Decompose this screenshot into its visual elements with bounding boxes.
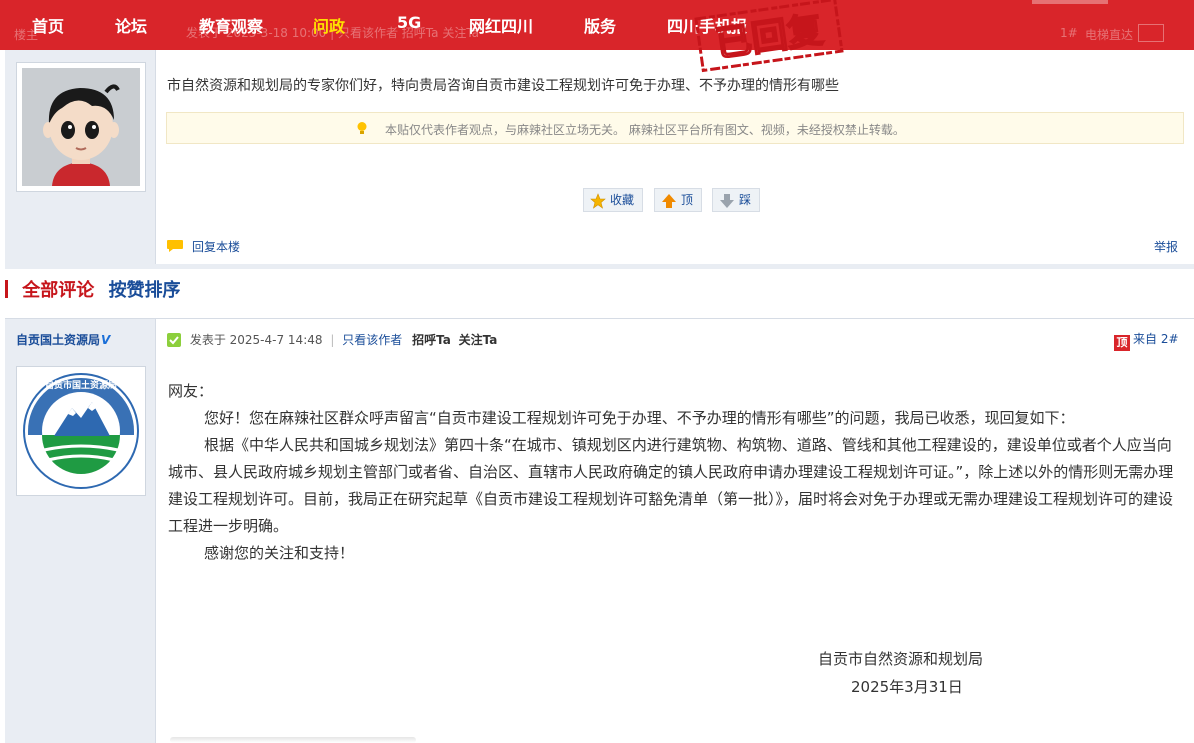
all-comments-tab[interactable]: 全部评论 bbox=[22, 280, 94, 301]
underlay-reply-button bbox=[1032, 0, 1108, 4]
signature-date: 2025年3月31日 bbox=[851, 678, 963, 696]
post1-content: 市自然资源和规划局的专家你们好，特向贵局咨询自贡市建设工程规划许可免于办理、不予… bbox=[167, 78, 839, 94]
disclaimer-notice: 本贴仅代表作者观点，与麻辣社区立场无关。 麻辣社区平台所有图文、视频，未经授权禁… bbox=[166, 112, 1184, 144]
report-link[interactable]: 举报 bbox=[1154, 238, 1178, 255]
section-accent-bar bbox=[5, 280, 8, 298]
paragraph-2: 根据《中华人民共和国城乡规划法》第四十条“在城市、镇规划区内进行建筑物、构筑物、… bbox=[168, 436, 1174, 535]
reply-top-border bbox=[5, 318, 1194, 319]
reply-floor-label: 回复本楼 bbox=[192, 240, 241, 254]
bottom-fade bbox=[170, 737, 416, 743]
reply-floor-info[interactable]: 顶来自 2# bbox=[1114, 330, 1179, 351]
downvote-button[interactable]: 踩 bbox=[712, 188, 761, 212]
cartoon-avatar-icon bbox=[22, 68, 140, 186]
meta-divider: | bbox=[330, 333, 335, 347]
paragraph-3: 感谢您的关注和支持！ bbox=[204, 544, 355, 562]
post2-avatar[interactable]: 自贡市国土资源局 bbox=[16, 366, 146, 496]
thumb-up-arrow-icon bbox=[662, 194, 676, 208]
nav-wenzheng[interactable]: 问政 bbox=[313, 13, 345, 37]
paragraph-1: 您好！您在麻辣社区群众呼声留言“自贡市建设工程规划许可免于办理、不予办理的情形有… bbox=[204, 409, 1075, 427]
post-time: 发表于 2025-4-7 14:48 bbox=[189, 333, 323, 347]
downvote-label: 踩 bbox=[739, 193, 752, 207]
nav-wanghong-sichuan[interactable]: 网红四川 bbox=[469, 13, 533, 37]
star-icon bbox=[590, 193, 606, 209]
salutation: 网友： bbox=[168, 382, 214, 400]
post1-avatar[interactable] bbox=[16, 62, 146, 192]
greet-link[interactable]: 招呼Ta bbox=[412, 333, 451, 347]
underlay-elevator: 电梯直达 bbox=[1085, 28, 1134, 42]
favorite-button[interactable]: 收藏 bbox=[583, 188, 644, 212]
nav-education[interactable]: 教育观察 bbox=[199, 13, 263, 37]
top-nav: 楼主 发表于 2025-3-18 10:00 | 只看该作者 招呼Ta 关注Ta… bbox=[0, 0, 1194, 50]
speech-bubble-icon bbox=[167, 240, 183, 252]
comments-section-title: 全部评论 按赞排序 bbox=[5, 276, 181, 302]
reply-author[interactable]: 自贡国土资源局V bbox=[16, 331, 110, 348]
land-bureau-logo-icon: 自贡市国土资源局 bbox=[23, 373, 139, 489]
sort-by-likes-tab[interactable]: 按赞排序 bbox=[109, 280, 181, 301]
only-author-link[interactable]: 只看该作者 bbox=[342, 333, 402, 347]
floor-number: 来自 2# bbox=[1133, 332, 1179, 346]
signature-org: 自贡市自然资源和规划局 bbox=[818, 650, 984, 668]
nav-banwu[interactable]: 版务 bbox=[584, 13, 616, 37]
reply-content: 网友： 您好！您在麻辣社区群众呼声留言“自贡市建设工程规划许可免于办理、不予办理… bbox=[168, 378, 1178, 567]
lightbulb-icon bbox=[357, 122, 367, 134]
underlay-elevator-input bbox=[1138, 24, 1164, 42]
nav-forum[interactable]: 论坛 bbox=[115, 13, 147, 37]
nav-home[interactable]: 首页 bbox=[32, 13, 64, 37]
upvote-button[interactable]: 顶 bbox=[654, 188, 703, 212]
verified-badge: V bbox=[101, 333, 111, 347]
follow-link[interactable]: 关注Ta bbox=[459, 333, 498, 347]
reply-author-name: 自贡国土资源局 bbox=[16, 333, 101, 347]
underlay-floor: 1# bbox=[1060, 26, 1078, 40]
down-arrow-icon bbox=[720, 194, 734, 208]
disclaimer-text: 本贴仅代表作者观点，与麻辣社区立场无关。 麻辣社区平台所有图文、视频，未经授权禁… bbox=[385, 123, 905, 137]
reply-floor-link[interactable]: 回复本楼 bbox=[166, 238, 240, 255]
reply-meta: 发表于 2025-4-7 14:48 | 只看该作者 招呼Ta 关注Ta bbox=[166, 331, 497, 348]
user-online-icon bbox=[167, 333, 181, 347]
nav-5g[interactable]: 5G bbox=[397, 13, 421, 32]
top-badge: 顶 bbox=[1114, 335, 1130, 351]
logo-text: 自贡市国土资源局 bbox=[45, 379, 117, 391]
upvote-label: 顶 bbox=[681, 193, 694, 207]
post-separator bbox=[5, 264, 1194, 269]
favorite-label: 收藏 bbox=[610, 193, 635, 207]
